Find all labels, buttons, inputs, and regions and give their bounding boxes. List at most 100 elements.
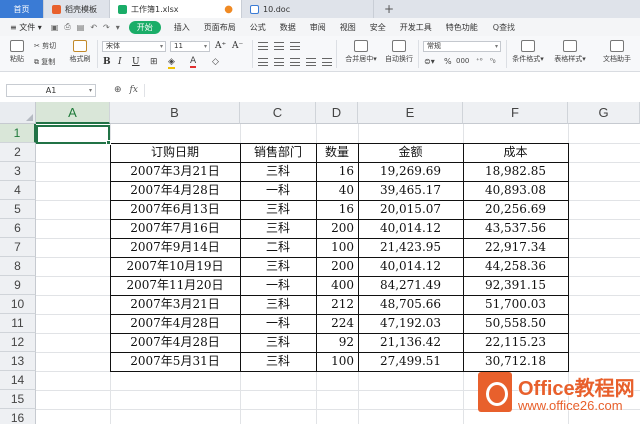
table-cell[interactable]: 400 (316, 276, 358, 295)
table-cell[interactable]: 92,391.15 (463, 276, 568, 295)
row-header-10[interactable]: 10 (0, 295, 36, 314)
menu-view[interactable]: 视图 (333, 22, 363, 33)
row-header-12[interactable]: 12 (0, 333, 36, 352)
menu-page-layout[interactable]: 页面布局 (197, 22, 243, 33)
table-cell[interactable]: 16 (316, 200, 358, 219)
currency-icon[interactable]: ⊜▾ (424, 57, 435, 66)
tab-doc[interactable]: 10.doc (242, 0, 374, 18)
table-cell[interactable]: 一科 (240, 181, 316, 200)
tab-workbook[interactable]: 工作簿1.xlsx ● (110, 0, 242, 18)
table-cell[interactable]: 20,015.07 (358, 200, 463, 219)
table-cell[interactable]: 51,700.03 (463, 295, 568, 314)
table-cell[interactable]: 三科 (240, 257, 316, 276)
table-cell[interactable]: 2007年3月21日 (110, 162, 240, 181)
shrink-font-button[interactable]: A⁻ (232, 41, 243, 51)
insert-function-button[interactable]: fx (130, 85, 138, 95)
tab-home[interactable]: 首页 (0, 0, 44, 18)
table-cell[interactable]: 19,269.69 (358, 162, 463, 181)
menu-data[interactable]: 数据 (273, 22, 303, 33)
column-header-g[interactable]: G (568, 102, 640, 124)
wrap-text-button[interactable]: 自动换行 (382, 40, 416, 64)
clear-format-icon[interactable]: ◇ (212, 57, 219, 67)
row-header-15[interactable]: 15 (0, 390, 36, 409)
table-cell[interactable]: 50,558.50 (463, 314, 568, 333)
table-cell[interactable]: 三科 (240, 219, 316, 238)
table-cell[interactable]: 2007年3月21日 (110, 295, 240, 314)
formula-input[interactable] (143, 83, 640, 97)
menu-file[interactable]: ≡ 文件 ▾ (4, 22, 48, 33)
table-cell[interactable]: 100 (316, 238, 358, 257)
table-cell[interactable]: 44,258.36 (463, 257, 568, 276)
table-cell[interactable]: 18,982.85 (463, 162, 568, 181)
row-header-9[interactable]: 9 (0, 276, 36, 295)
table-cell[interactable]: 43,537.56 (463, 219, 568, 238)
table-cell[interactable]: 22,115.23 (463, 333, 568, 352)
table-cell[interactable]: 三科 (240, 200, 316, 219)
column-header-e[interactable]: E (358, 102, 463, 124)
table-cell[interactable]: 三科 (240, 352, 316, 371)
save-icon[interactable]: ▣ (48, 23, 62, 32)
new-tab-button[interactable]: + (374, 0, 404, 18)
row-header-2[interactable]: 2 (0, 143, 36, 162)
percent-button[interactable]: % (444, 57, 452, 66)
column-header-c[interactable]: C (240, 102, 316, 124)
table-header-cell[interactable]: 订购日期 (110, 143, 240, 162)
menu-review[interactable]: 审阅 (303, 22, 333, 33)
table-cell[interactable]: 224 (316, 314, 358, 333)
redo-icon[interactable]: ↷ (100, 23, 113, 32)
grow-font-button[interactable]: A⁺ (215, 41, 226, 51)
table-cell[interactable]: 16 (316, 162, 358, 181)
table-cell[interactable]: 二科 (240, 238, 316, 257)
row-header-7[interactable]: 7 (0, 238, 36, 257)
format-painter-button[interactable]: 格式刷 (66, 40, 94, 64)
decrease-decimal-icon[interactable]: ⁰₀ (490, 57, 496, 65)
select-all-corner[interactable] (0, 102, 36, 124)
tab-templates[interactable]: 稻壳模板 (44, 0, 110, 18)
table-cell[interactable]: 三科 (240, 162, 316, 181)
table-cell[interactable]: 48,705.66 (358, 295, 463, 314)
align-center-icon[interactable] (274, 58, 284, 66)
name-box[interactable]: A1 ▾ (6, 83, 96, 97)
conditional-format-button[interactable]: 条件格式▾ (510, 40, 546, 64)
column-header-f[interactable]: F (463, 102, 568, 124)
table-cell[interactable]: 2007年4月28日 (110, 314, 240, 333)
align-top-icon[interactable] (258, 42, 268, 50)
table-cell[interactable]: 2007年7月16日 (110, 219, 240, 238)
table-cell[interactable]: 2007年4月28日 (110, 333, 240, 352)
menu-start[interactable]: 开始 (128, 20, 161, 34)
table-cell[interactable]: 40,893.08 (463, 181, 568, 200)
row-header-8[interactable]: 8 (0, 257, 36, 276)
table-cell[interactable]: 212 (316, 295, 358, 314)
table-cell[interactable]: 30,712.18 (463, 352, 568, 371)
number-format-select[interactable]: 常规 ▾ (423, 41, 501, 52)
italic-button[interactable]: I (118, 57, 122, 67)
thousands-button[interactable]: 000 (456, 57, 469, 65)
menu-formulas[interactable]: 公式 (243, 22, 273, 33)
print-preview-icon[interactable]: ⎙ (61, 22, 73, 32)
row-header-6[interactable]: 6 (0, 219, 36, 238)
zoom-icon[interactable]: ⊕ (114, 85, 122, 95)
column-header-d[interactable]: D (316, 102, 358, 124)
table-cell[interactable]: 三科 (240, 333, 316, 352)
font-name-select[interactable]: 宋体 ▾ (102, 41, 166, 52)
table-cell[interactable]: 39,465.17 (358, 181, 463, 200)
menu-security[interactable]: 安全 (363, 22, 393, 33)
cut-button[interactable]: ✂ 剪切 (34, 41, 56, 51)
fill-color-icon[interactable]: ◈ (168, 57, 175, 69)
paste-button[interactable]: 粘贴 (4, 40, 30, 64)
fill-handle[interactable] (106, 140, 111, 145)
font-size-select[interactable]: 11 ▾ (170, 41, 210, 52)
doc-helper-button[interactable]: 文档助手 (600, 40, 634, 64)
table-cell[interactable]: 27,499.51 (358, 352, 463, 371)
column-header-b[interactable]: B (110, 102, 240, 124)
row-header-1[interactable]: 1 (0, 124, 36, 143)
table-cell[interactable]: 一科 (240, 314, 316, 333)
copy-button[interactable]: ⧉ 复制 (34, 57, 55, 67)
table-cell[interactable]: 2007年9月14日 (110, 238, 240, 257)
table-cell[interactable]: 21,423.95 (358, 238, 463, 257)
table-cell[interactable]: 200 (316, 257, 358, 276)
table-cell[interactable]: 一科 (240, 276, 316, 295)
column-header-a[interactable]: A (36, 102, 110, 124)
row-header-11[interactable]: 11 (0, 314, 36, 333)
table-cell[interactable]: 2007年11月20日 (110, 276, 240, 295)
